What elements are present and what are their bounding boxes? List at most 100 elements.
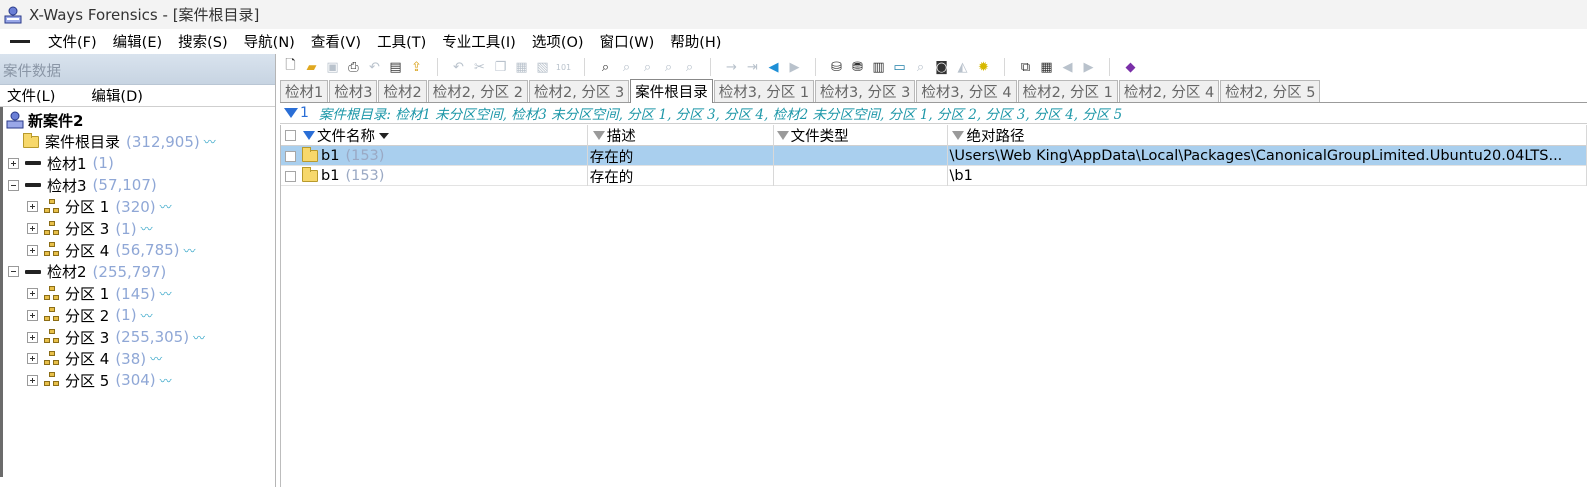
back-arrow-icon[interactable]: ◀ — [765, 59, 782, 75]
tab-2[interactable]: 检材2 — [378, 80, 427, 102]
menu-file[interactable]: 文件(F) — [40, 31, 105, 52]
camera-icon[interactable]: ◙ — [933, 59, 950, 75]
tree-item[interactable]: 分区 3 (255,305) 〰 — [27, 326, 205, 348]
column-header-filetype[interactable]: 文件类型 — [774, 125, 949, 146]
recursive-view-icon[interactable]: 〰 — [184, 242, 196, 259]
column-header-filename[interactable]: 文件名称 — [281, 125, 588, 146]
expand-icon[interactable] — [27, 331, 38, 343]
menu-specialist[interactable]: 专业工具(I) — [434, 31, 524, 52]
recursive-view-icon[interactable]: 〰 — [150, 350, 162, 367]
tree-item[interactable]: 分区 4 (56,785) 〰 — [27, 239, 196, 261]
forward-arrow-icon[interactable]: ▶ — [786, 59, 803, 75]
menu-edit[interactable]: 编辑(E) — [105, 31, 170, 52]
filter-icon[interactable] — [776, 131, 789, 140]
recursive-view-icon[interactable]: 〰 — [193, 329, 205, 346]
menu-search[interactable]: 搜索(S) — [170, 31, 236, 52]
expand-icon[interactable] — [27, 374, 38, 386]
disk-icon[interactable]: ⛁ — [828, 59, 845, 75]
recursive-view-icon[interactable]: 〰 — [160, 285, 172, 302]
row-checkbox[interactable] — [285, 150, 296, 162]
tab-3[interactable]: 检材2, 分区 2 — [427, 80, 528, 102]
properties-icon[interactable]: ▤ — [387, 59, 404, 75]
expand-icon[interactable] — [27, 244, 38, 256]
menu-tools[interactable]: 工具(T) — [369, 31, 434, 52]
filter-icon[interactable] — [952, 131, 965, 140]
tree-item[interactable]: 分区 2 (1) 〰 — [27, 304, 153, 326]
table-view-icon[interactable]: ▦ — [1038, 59, 1055, 75]
tree-item[interactable]: 检材2 (255,797) — [8, 261, 166, 283]
recursive-view-icon[interactable]: 〰 — [141, 220, 153, 237]
tree-item[interactable]: 分区 3 (1) 〰 — [27, 218, 153, 240]
tab-4[interactable]: 检材2, 分区 3 — [528, 80, 630, 102]
tree-item[interactable]: 分区 4 (38) 〰 — [27, 348, 162, 370]
tree-item[interactable]: 检材1 (1) — [8, 152, 114, 174]
filter-funnel-icon[interactable] — [284, 108, 298, 118]
find-binoculars-icon[interactable]: ⌕ — [597, 59, 614, 75]
tab-7[interactable]: 检材3, 分区 3 — [815, 80, 916, 102]
tree-item[interactable]: 分区 1 (320) 〰 — [27, 196, 172, 218]
cell-filename[interactable]: b1 (153) — [281, 166, 588, 186]
recursive-view-icon[interactable]: 〰 — [160, 372, 172, 389]
tree-item[interactable]: 检材3 (57,107) — [8, 174, 157, 196]
paste-icon[interactable]: ▦ — [513, 59, 530, 75]
menu-help[interactable]: 帮助(H) — [662, 31, 729, 52]
goto-sector-icon[interactable]: ⇥ — [744, 59, 761, 75]
tree-item[interactable]: 新案件2 — [6, 109, 83, 131]
table-row[interactable]: b1 (153) 存在的 \Users\Web King\AppData\Local\… — [281, 146, 1587, 166]
search-disk-icon[interactable]: ⌕ — [912, 59, 929, 75]
add-disk-icon[interactable]: ⛃ — [849, 59, 866, 75]
find-hex-icon[interactable]: ⌕ — [639, 59, 656, 75]
menu-navigate[interactable]: 导航(N) — [236, 31, 303, 52]
expand-icon[interactable] — [27, 353, 38, 365]
case-menu-edit[interactable]: 编辑(D) — [83, 85, 150, 106]
undo-icon[interactable]: ↶ — [450, 59, 467, 75]
menu-options[interactable]: 选项(O) — [524, 31, 592, 52]
expand-icon[interactable] — [27, 201, 38, 213]
xways-app-icon[interactable] — [3, 5, 23, 25]
tree-item[interactable]: 分区 5 (304) 〰 — [27, 369, 172, 391]
collapse-icon[interactable] — [8, 266, 19, 278]
filter-icon[interactable] — [592, 131, 605, 140]
next-icon[interactable]: ▶ — [1080, 59, 1097, 75]
sync-icon[interactable]: ⧉ — [1017, 59, 1034, 75]
collapse-icon[interactable] — [8, 179, 19, 191]
expand-icon[interactable] — [27, 223, 38, 234]
row-checkbox[interactable] — [285, 170, 296, 182]
recursive-view-icon[interactable]: 〰 — [160, 198, 172, 215]
prev-icon[interactable]: ◀ — [1059, 59, 1076, 75]
replace-icon[interactable]: ⌕ — [681, 59, 698, 75]
expand-icon[interactable] — [27, 288, 38, 300]
table-row[interactable]: b1 (153) 存在的 \b1 — [281, 166, 1587, 186]
tab-11[interactable]: 检材2, 分区 5 — [1220, 80, 1321, 102]
find-again-icon[interactable]: ⌕ — [660, 59, 677, 75]
new-file-icon[interactable]: 🗋 — [282, 58, 299, 75]
save-icon[interactable]: ▣ — [324, 59, 341, 75]
system-menu-icon[interactable] — [10, 39, 30, 43]
menu-view[interactable]: 查看(V) — [303, 31, 369, 52]
expand-icon[interactable] — [27, 309, 38, 321]
goto-offset-icon[interactable]: → — [723, 59, 740, 75]
tab-6[interactable]: 检材3, 分区 1 — [713, 80, 815, 102]
tree-item[interactable]: 分区 1 (145) 〰 — [27, 283, 172, 305]
tab-10[interactable]: 检材2, 分区 4 — [1118, 80, 1220, 102]
tab-1[interactable]: 检材3 — [329, 80, 378, 102]
cell-filename[interactable]: b1 (153) — [281, 146, 588, 166]
tab-9[interactable]: 检材2, 分区 1 — [1017, 80, 1118, 102]
filter-icon[interactable] — [303, 131, 315, 140]
help-book-icon[interactable]: ◆ — [1122, 59, 1139, 75]
cut-icon[interactable]: ✂ — [471, 59, 488, 75]
export-icon[interactable]: ⇪ — [408, 59, 425, 75]
case-menu-file[interactable]: 文件(L) — [0, 85, 63, 106]
image-icon[interactable]: ▭ — [891, 59, 908, 75]
column-header-description[interactable]: 描述 — [588, 125, 774, 146]
menu-window[interactable]: 窗口(W) — [592, 31, 663, 52]
undo-disk-icon[interactable]: ↶ — [366, 59, 383, 75]
copy-icon[interactable]: ❐ — [492, 59, 509, 75]
find-text-icon[interactable]: ⌕ — [618, 59, 635, 75]
gallery-icon[interactable]: ◭ — [954, 59, 971, 75]
recursive-view-icon[interactable]: 〰 — [141, 307, 153, 324]
print-icon[interactable]: ⎙ — [345, 59, 362, 75]
settings-gear-icon[interactable]: ✹ — [975, 59, 992, 75]
expand-icon[interactable] — [8, 157, 19, 169]
tab-5[interactable]: 案件根目录 — [630, 79, 713, 103]
